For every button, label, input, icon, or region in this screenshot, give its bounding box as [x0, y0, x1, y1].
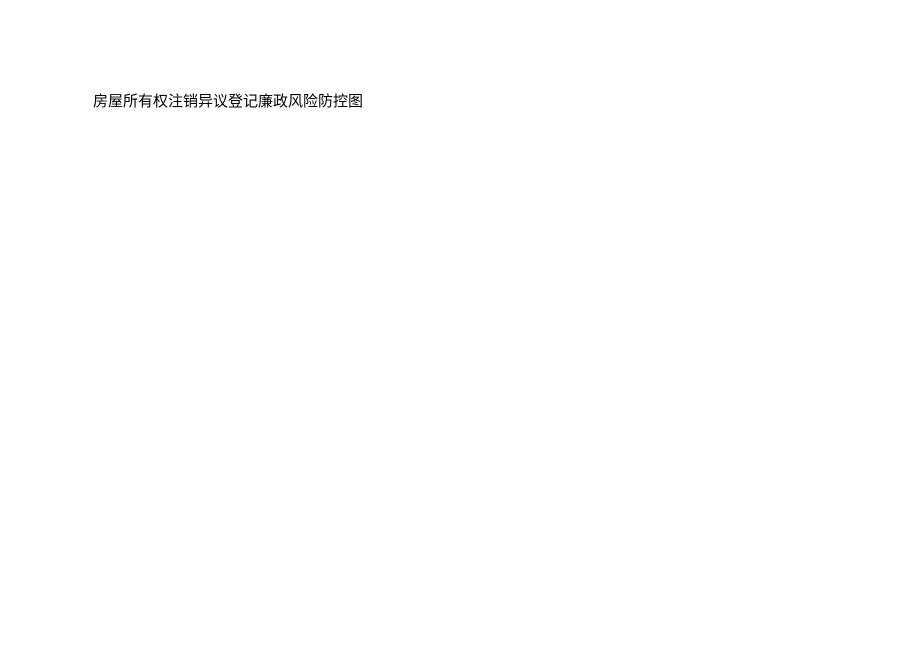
document-title: 房屋所有权注销异议登记廉政风险防控图 [93, 93, 363, 111]
document-page: 房屋所有权注销异议登记廉政风险防控图 [0, 0, 920, 651]
